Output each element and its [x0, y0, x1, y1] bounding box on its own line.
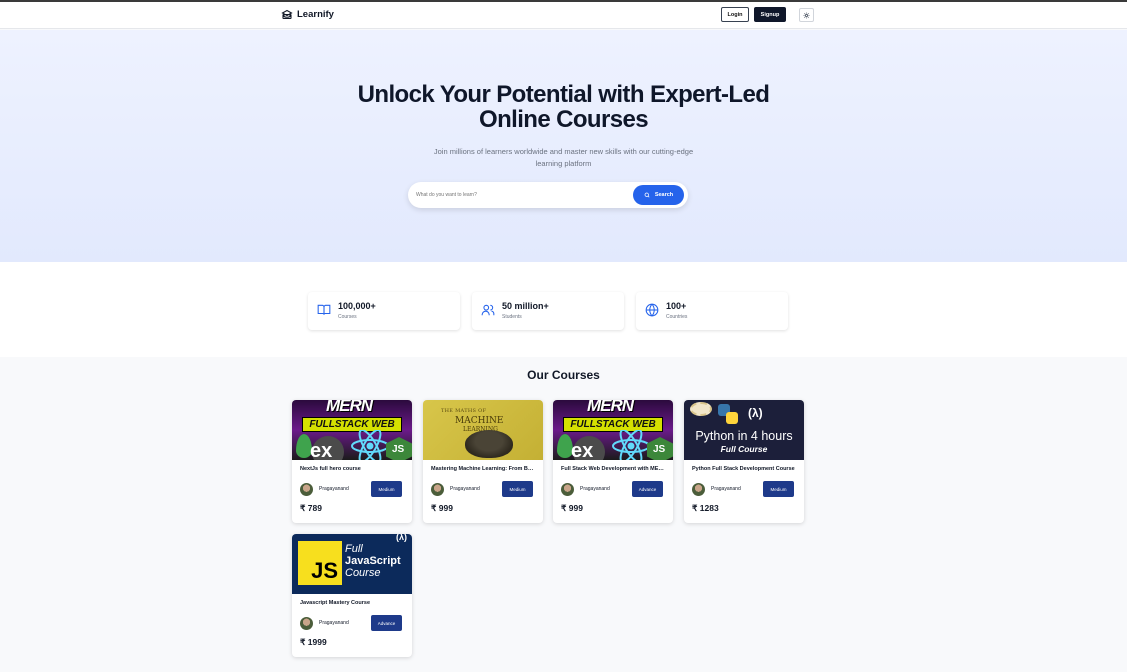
- instructor-avatar: [300, 483, 313, 496]
- course-thumbnail: MERN FULLSTACK WEB ex JS: [292, 400, 412, 460]
- course-title[interactable]: NextJs full hero course: [300, 466, 404, 472]
- thumb-text: ex: [310, 440, 333, 460]
- thumb-text: MACHINE: [455, 416, 504, 426]
- thumb-text: Course: [345, 567, 381, 579]
- course-thumbnail: (λ) Python in 4 hours Full Course: [684, 400, 804, 460]
- course-price: ₹ 1999: [300, 637, 327, 647]
- course-price: ₹ 999: [431, 503, 453, 513]
- search-icon: [644, 192, 650, 198]
- course-title[interactable]: Mastering Machine Learning: From Basics …: [431, 466, 535, 472]
- level-badge: Medium: [763, 481, 794, 497]
- course-card[interactable]: JS Full JavaScript Course (λ) Javascript…: [292, 534, 412, 657]
- thumb-text: JS: [653, 444, 666, 455]
- level-badge: Advance: [371, 615, 402, 631]
- brand-logo[interactable]: Learnify: [281, 8, 334, 20]
- brand-name: Learnify: [297, 8, 334, 20]
- hero-title-line2: Online Courses: [479, 106, 649, 133]
- sun-icon: [803, 12, 810, 18]
- stat-label: Courses: [338, 314, 357, 320]
- freecodecamp-icon: (λ): [748, 406, 763, 420]
- hero-subtitle: Join millions of learners worldwide and …: [0, 146, 1127, 170]
- instructor-name: Pragayanand: [580, 486, 610, 492]
- course-title[interactable]: Javascript Mastery Course: [300, 600, 404, 606]
- stats-section: 100,000+ Courses 50 million+ Students 10…: [0, 262, 1127, 357]
- globe-icon: [645, 303, 659, 317]
- book-icon: [317, 304, 331, 315]
- course-price: ₹ 789: [300, 503, 322, 513]
- search-input[interactable]: [416, 189, 616, 201]
- course-price: ₹ 999: [561, 503, 583, 513]
- thumb-text: JS: [311, 558, 338, 583]
- course-card[interactable]: MERN FULLSTACK WEB ex JS Full Stack Web …: [553, 400, 673, 523]
- thumb-text: JavaScript: [345, 555, 401, 567]
- login-button[interactable]: Login: [721, 7, 749, 22]
- course-card[interactable]: THE MATHS OF MACHINE LEARNING Mastering …: [423, 400, 543, 523]
- course-title[interactable]: Python Full Stack Development Course: [692, 466, 796, 472]
- hero-title: Unlock Your Potential with Expert-Led On…: [0, 82, 1127, 132]
- stat-value: 50 million+: [502, 301, 549, 311]
- stat-label: Students: [502, 314, 522, 320]
- thumb-text: ex: [571, 440, 594, 460]
- course-thumbnail: JS Full JavaScript Course (λ): [292, 534, 412, 594]
- instructor-avatar: [561, 483, 574, 496]
- users-icon: [481, 304, 495, 316]
- badge-seal-icon: [690, 402, 712, 416]
- stat-card-countries: 100+ Countries: [636, 292, 788, 330]
- search-button[interactable]: Search: [633, 185, 684, 205]
- react-icon: [612, 430, 650, 460]
- instructor-avatar: [692, 483, 705, 496]
- course-card[interactable]: (λ) Python in 4 hours Full Course Python…: [684, 400, 804, 523]
- search-button-label: Search: [654, 192, 674, 198]
- stat-card-courses: 100,000+ Courses: [308, 292, 460, 330]
- javascript-logo-icon: JS: [298, 541, 342, 585]
- thumb-text: Full Course: [720, 444, 768, 454]
- course-thumbnail: THE MATHS OF MACHINE LEARNING: [423, 400, 543, 460]
- brain-illustration: [465, 430, 513, 458]
- thumb-text: MERN: [326, 400, 373, 415]
- school-icon: [281, 9, 293, 20]
- navbar: Learnify Login Signup: [0, 2, 1127, 29]
- stat-value: 100+: [666, 301, 687, 311]
- level-badge: Medium: [502, 481, 533, 497]
- stat-label: Countries: [666, 314, 688, 320]
- instructor-name: Pragayanand: [450, 486, 480, 492]
- course-thumbnail: MERN FULLSTACK WEB ex JS: [553, 400, 673, 460]
- courses-section-title: Our Courses: [527, 368, 600, 382]
- hero-subtitle-line2: learning platform: [535, 159, 592, 168]
- level-badge: Advance: [632, 481, 663, 497]
- theme-toggle-button[interactable]: [799, 8, 814, 22]
- course-card[interactable]: MERN FULLSTACK WEB ex JS NextJs full her…: [292, 400, 412, 523]
- freecodecamp-icon: (λ): [396, 534, 407, 542]
- thumb-text: THE MATHS OF: [441, 408, 487, 414]
- thumb-text: JS: [392, 444, 405, 455]
- instructor-name: Pragayanand: [319, 620, 349, 626]
- thumb-text: Python in 4 hours: [695, 429, 793, 443]
- level-badge: Medium: [371, 481, 402, 497]
- instructor-avatar: [431, 483, 444, 496]
- hero-title-line1: Unlock Your Potential with Expert-Led: [357, 81, 770, 108]
- course-title[interactable]: Full Stack Web Development with MERN: [561, 466, 665, 472]
- course-price: ₹ 1283: [692, 503, 719, 513]
- stat-card-students: 50 million+ Students: [472, 292, 624, 330]
- search-bar: Search: [408, 182, 688, 208]
- stat-value: 100,000+: [338, 301, 376, 311]
- instructor-name: Pragayanand: [711, 486, 741, 492]
- hero-section: Unlock Your Potential with Expert-Led On…: [0, 30, 1127, 262]
- python-logo-icon: [726, 412, 738, 424]
- hero-subtitle-line1: Join millions of learners worldwide and …: [433, 147, 694, 156]
- thumb-text: Full: [345, 543, 363, 555]
- instructor-avatar: [300, 617, 313, 630]
- thumb-text: MERN: [587, 400, 634, 415]
- instructor-name: Pragayanand: [319, 486, 349, 492]
- react-icon: [351, 430, 389, 460]
- signup-button[interactable]: Signup: [754, 7, 786, 22]
